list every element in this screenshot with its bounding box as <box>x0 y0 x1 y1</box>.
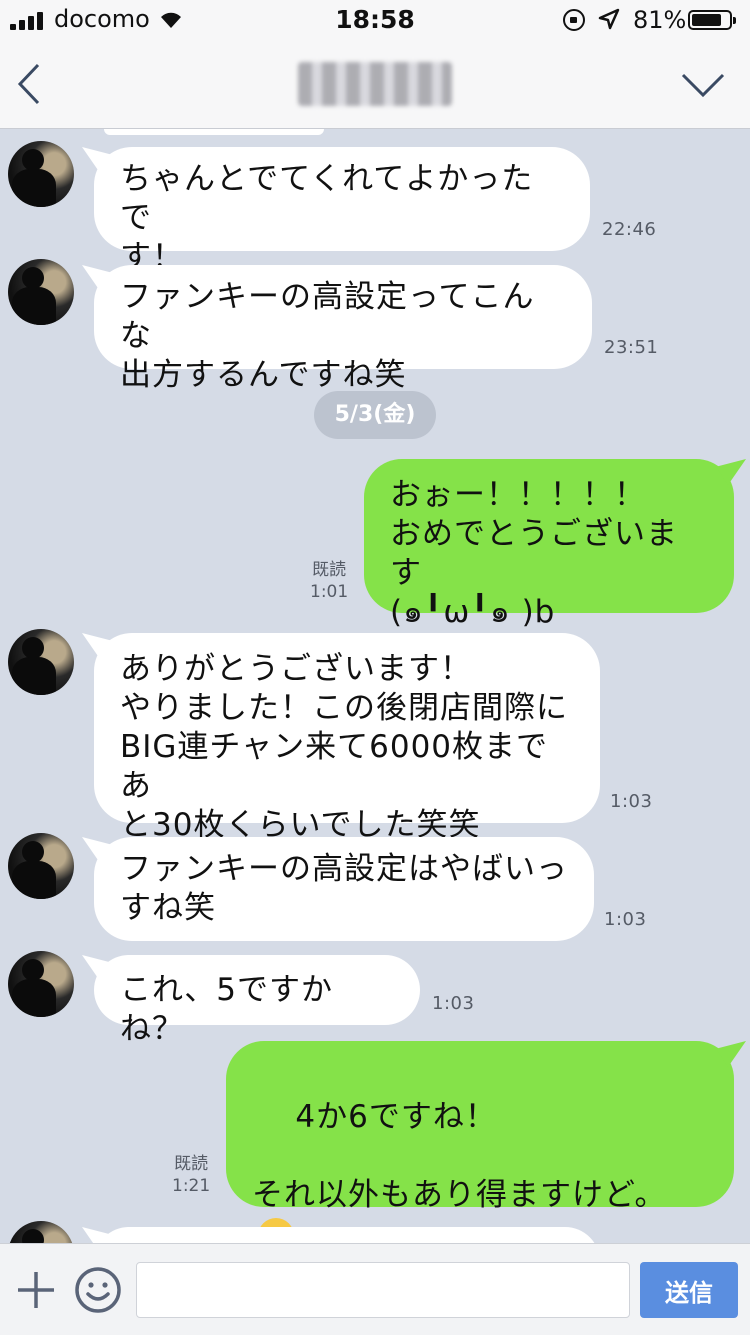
message-time: 1:03 <box>604 909 647 930</box>
message-bubble: ファンキーの高設定ってこんな 出方するんですね笑 <box>94 265 592 393</box>
message-time: 1:03 <box>610 791 653 812</box>
avatar[interactable] <box>8 1221 74 1243</box>
plus-icon[interactable] <box>16 1270 56 1310</box>
message-input[interactable] <box>136 1262 630 1318</box>
message-input-bar: 送信 <box>0 1243 750 1335</box>
chevron-down-icon[interactable] <box>680 70 726 100</box>
avatar[interactable] <box>8 141 74 207</box>
battery-percentage: 81% <box>633 6 687 34</box>
message-bubble-sent: 4か6ですね！ それ以外もあり得ますけど。 <box>226 1041 734 1243</box>
read-receipt: 既読 1:01 <box>310 559 348 603</box>
message-time: 23:51 <box>604 337 659 358</box>
message-bubble: ファンキーの高設定はやばいっ すね笑 <box>94 837 594 941</box>
rotation-lock-icon <box>563 9 585 31</box>
avatar[interactable] <box>8 951 74 1017</box>
location-icon <box>598 8 620 30</box>
message-bubble: ありがとうございます！ やりました！この後閉店間際に BIG連チャン来て6000… <box>94 633 600 843</box>
message-time: 1:03 <box>432 993 475 1014</box>
status-bar: docomo 18:58 81% <box>0 0 750 40</box>
emoji-icon[interactable] <box>74 1266 122 1314</box>
chat-title-redacted <box>298 62 452 106</box>
message-bubble-partial <box>94 1227 600 1243</box>
battery-icon <box>688 10 736 30</box>
message-text: 4か6ですね！ それ以外もあり得ますけど。 <box>252 1099 667 1213</box>
chat-area[interactable]: ちゃんとでてくれてよかったで す！ 22:46 ファンキーの高設定ってこんな 出… <box>0 129 750 1243</box>
send-button[interactable]: 送信 <box>640 1262 738 1318</box>
battery-level <box>692 14 722 26</box>
read-label: 既読 <box>312 560 347 580</box>
chevron-left-icon[interactable] <box>16 62 42 106</box>
read-label: 既読 <box>174 1154 209 1174</box>
avatar[interactable] <box>8 629 74 695</box>
message-bubble: これ、5ですかね？ <box>94 955 420 1047</box>
avatar[interactable] <box>8 833 74 899</box>
date-separator: 5/3(金) <box>314 391 436 439</box>
message-bubble: ちゃんとでてくれてよかったで す！ <box>94 147 590 275</box>
message-time: 22:46 <box>602 219 657 240</box>
chat-header <box>0 40 750 129</box>
message-time: 1:21 <box>172 1176 211 1196</box>
message-bubble-partial <box>104 129 324 135</box>
avatar[interactable] <box>8 259 74 325</box>
read-receipt: 既読 1:21 <box>172 1153 210 1197</box>
message-time: 1:01 <box>310 582 349 602</box>
message-bubble-sent: おぉー！！！！！ おめでとうございます (๑╹ω╹๑ )b <box>364 459 734 630</box>
